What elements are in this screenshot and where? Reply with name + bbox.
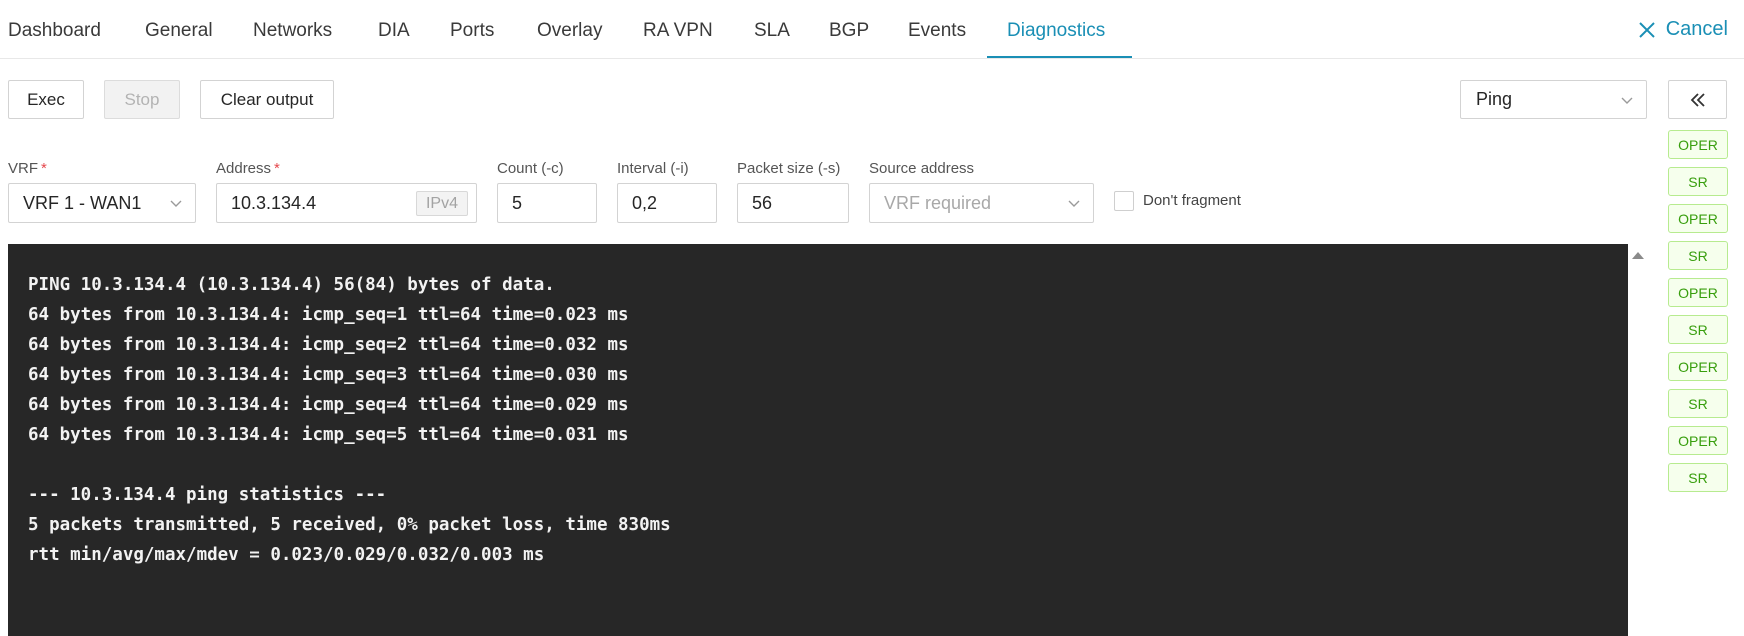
interval-input[interactable]: 0,2 [617, 183, 717, 223]
output-line: PING 10.3.134.4 (10.3.134.4) 56(84) byte… [28, 275, 555, 295]
source-address-placeholder: VRF required [884, 192, 992, 213]
sr-badge[interactable]: SR [1668, 315, 1728, 344]
count-label: Count (-c) [497, 160, 564, 177]
tab-ports[interactable]: Ports [450, 0, 494, 59]
chevron-down-icon [1621, 97, 1633, 104]
address-input-value: 10.3.134.4 [231, 192, 317, 213]
sr-badge[interactable]: SR [1668, 463, 1728, 492]
tab-events[interactable]: Events [908, 0, 966, 59]
exec-button[interactable]: Exec [8, 80, 84, 119]
tab-dia[interactable]: DIA [378, 0, 410, 59]
tab-bgp[interactable]: BGP [829, 0, 869, 59]
oper-badge[interactable]: OPER [1668, 204, 1728, 233]
output-line: rtt min/avg/max/mdev = 0.023/0.029/0.032… [28, 545, 545, 565]
count-input[interactable]: 5 [497, 183, 597, 223]
ip-version-badge: IPv4 [415, 191, 468, 216]
chevron-down-icon [170, 200, 182, 207]
oper-badge[interactable]: OPER [1668, 278, 1728, 307]
oper-badge[interactable]: OPER [1668, 426, 1728, 455]
tab-diagnostics[interactable]: Diagnostics [1007, 0, 1105, 59]
dont-fragment-checkbox[interactable] [1114, 191, 1134, 211]
tab-dashboard[interactable]: Dashboard [8, 0, 101, 59]
double-chevron-left-icon [1690, 92, 1705, 107]
vrf-label: VRF * [8, 160, 47, 177]
mode-select-value: Ping [1476, 89, 1513, 109]
output-line: 5 packets transmitted, 5 received, 0% pa… [28, 515, 671, 535]
tab-ra-vpn[interactable]: RA VPN [643, 0, 713, 59]
scroll-up-arrow-icon[interactable] [1631, 250, 1645, 260]
sr-badge[interactable]: SR [1668, 241, 1728, 270]
stop-button[interactable]: Stop [104, 80, 180, 119]
packet-size-label: Packet size (-s) [737, 160, 841, 177]
packet-size-input[interactable]: 56 [737, 183, 849, 223]
close-icon [1639, 21, 1655, 38]
diagnostic-mode-select[interactable]: Ping [1460, 80, 1647, 119]
tab-sla[interactable]: SLA [754, 0, 790, 59]
source-address-label: Source address [869, 160, 975, 177]
tab-overlay[interactable]: Overlay [537, 0, 602, 59]
dont-fragment-label: Don't fragment [1143, 192, 1241, 209]
vrf-select-value: VRF 1 - WAN1 [23, 192, 142, 213]
output-line: 64 bytes from 10.3.134.4: icmp_seq=4 ttl… [28, 395, 629, 415]
source-address-select[interactable]: VRF required [869, 183, 1094, 223]
required-mark: * [274, 160, 280, 177]
output-terminal[interactable]: PING 10.3.134.4 (10.3.134.4) 56(84) byte… [8, 244, 1628, 636]
address-label: Address * [216, 160, 280, 177]
tab-general[interactable]: General [145, 0, 213, 59]
tab-bar: Dashboard General Networks DIA Ports Ove… [0, 0, 1744, 59]
tab-networks[interactable]: Networks [253, 0, 332, 59]
interval-label: Interval (-i) [617, 160, 689, 177]
chevron-down-icon [1068, 200, 1080, 207]
count-input-value: 5 [512, 192, 523, 213]
cancel-button[interactable]: Cancel [1638, 0, 1728, 59]
address-input[interactable]: 10.3.134.4 IPv4 [216, 183, 477, 223]
sr-badge[interactable]: SR [1668, 389, 1728, 418]
sr-badge[interactable]: SR [1668, 167, 1728, 196]
required-mark: * [41, 160, 47, 177]
output-line: --- 10.3.134.4 ping statistics --- [28, 485, 387, 505]
oper-badge[interactable]: OPER [1668, 130, 1728, 159]
output-line: 64 bytes from 10.3.134.4: icmp_seq=5 ttl… [28, 425, 629, 445]
vrf-select[interactable]: VRF 1 - WAN1 [8, 183, 196, 223]
active-tab-indicator [987, 56, 1132, 58]
interval-input-value: 0,2 [632, 192, 658, 213]
output-line: 64 bytes from 10.3.134.4: icmp_seq=2 ttl… [28, 335, 629, 355]
output-line: 64 bytes from 10.3.134.4: icmp_seq=3 ttl… [28, 365, 629, 385]
oper-badge[interactable]: OPER [1668, 352, 1728, 381]
cancel-label: Cancel [1665, 18, 1728, 40]
collapse-panel-button[interactable] [1668, 80, 1727, 119]
clear-output-button[interactable]: Clear output [200, 80, 334, 119]
output-line: 64 bytes from 10.3.134.4: icmp_seq=1 ttl… [28, 305, 629, 325]
packet-size-input-value: 56 [752, 192, 773, 213]
